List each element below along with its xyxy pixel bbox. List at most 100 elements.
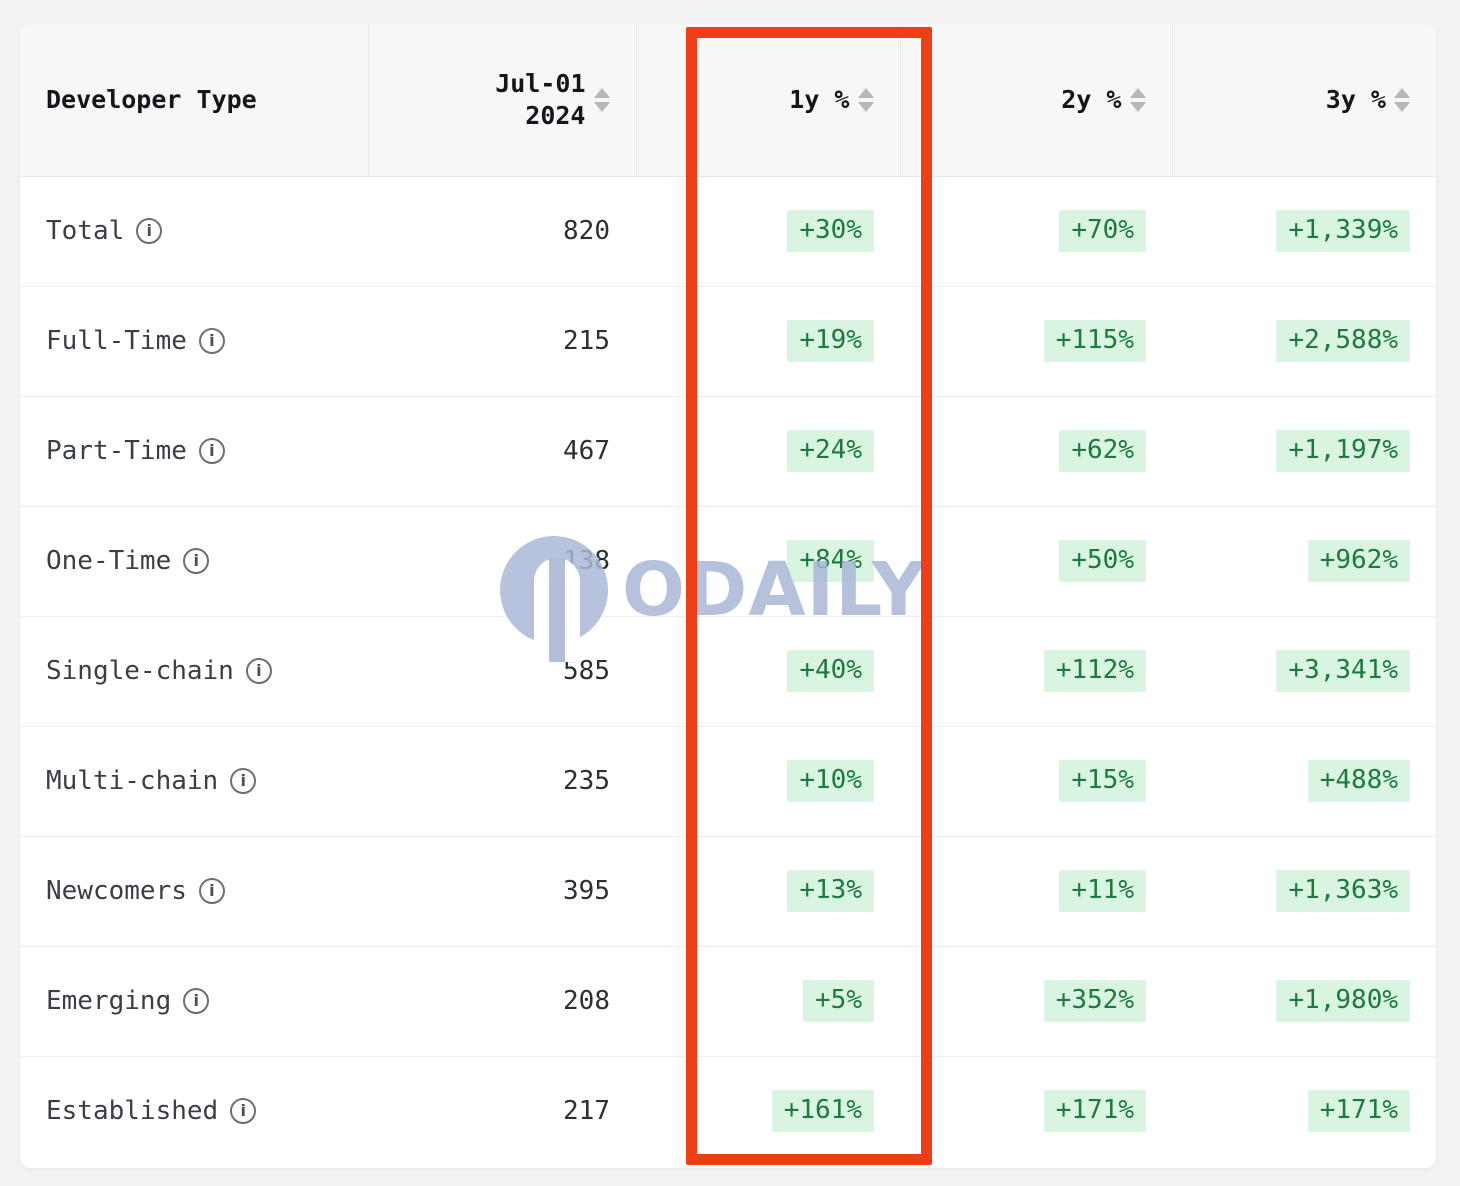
cell-y1-pct: +19% [636,286,900,396]
cell-developer-type: Established i [20,1056,368,1166]
info-icon[interactable]: i [183,988,210,1014]
cell-developer-type: Single-chain i [20,616,368,726]
developer-type-label: Single-chain [46,656,234,686]
cell-y2-pct: +70% [900,176,1172,286]
percent-change-badge: +84% [787,540,874,582]
column-header-jul-01-2024[interactable]: Jul-01 2024 [368,24,637,177]
cell-y1-pct: +30% [636,176,900,286]
cell-jul-01-2024-value: 820 [563,216,610,246]
info-icon[interactable]: i [230,768,257,794]
info-icon[interactable]: i [198,438,225,464]
table-header: Developer Type Jul-01 2024 1y % 2y % 3y … [20,24,1436,177]
cell-developer-type: Emerging i [20,946,368,1056]
cell-y3-pct: +962% [1172,506,1436,616]
percent-change-badge: +488% [1307,760,1410,802]
table-header-row: Developer Type Jul-01 2024 1y % 2y % 3y … [20,24,1436,177]
developer-type-table: Developer Type Jul-01 2024 1y % 2y % 3y … [20,24,1436,1166]
table-row[interactable]: Multi-chain i 235 +10% +15% +488% [20,726,1436,836]
cell-jul-01-2024-value: 395 [563,876,610,906]
percent-change-badge: +19% [787,320,874,362]
cell-jul-01-2024-value: 235 [563,766,610,796]
developer-type-table-card: Developer Type Jul-01 2024 1y % 2y % 3y … [20,24,1436,1168]
percent-change-badge: +3,341% [1276,650,1410,692]
table-body: Total i 820 +30% +70% +1,339% Full-Time i 215 +19… [20,176,1436,1166]
cell-jul-01-2024-value: 208 [563,986,610,1016]
info-icon[interactable]: i [183,548,210,574]
cell-developer-type: Newcomers i [20,836,368,946]
cell-developer-type: Full-Time i [20,286,368,396]
table-row[interactable]: One-Time i 138 +84% +50% +962% [20,506,1436,616]
cell-y2-pct: +112% [900,616,1172,726]
cell-developer-type: Multi-chain i [20,726,368,836]
cell-y1-pct: +13% [636,836,900,946]
info-icon[interactable]: i [245,658,272,684]
cell-y1-pct: +84% [636,506,900,616]
cell-jul-01-2024-value: 217 [563,1096,610,1127]
info-icon[interactable]: i [198,878,225,904]
table-row[interactable]: Full-Time i 215 +19% +115% +2,588% [20,286,1436,396]
table-row[interactable]: Newcomers i 395 +13% +11% +1,363% [20,836,1436,946]
developer-type-label: One-Time [46,546,172,576]
percent-change-badge: +24% [787,430,874,472]
info-icon[interactable]: i [198,328,225,354]
table-row[interactable]: Part-Time i 467 +24% +62% +1,197% [20,396,1436,506]
cell-y2-pct: +15% [900,726,1172,836]
percent-change-badge: +62% [1059,430,1146,472]
percent-change-badge: +115% [1043,320,1146,362]
column-header-2y-pct[interactable]: 2y % [900,24,1173,177]
developer-type-label: Full-Time [46,326,187,356]
cell-y3-pct: +2,588% [1172,286,1436,396]
cell-y2-pct: +50% [900,506,1172,616]
cell-y2-pct: +11% [900,836,1172,946]
table-row[interactable]: Total i 820 +30% +70% +1,339% [20,176,1436,286]
sort-arrows-icon[interactable] [857,87,874,112]
cell-y2-pct: +352% [900,946,1172,1056]
cell-y2-pct: +171% [900,1056,1172,1166]
percent-change-badge: +10% [787,760,874,802]
cell-y3-pct: +3,341% [1172,616,1436,726]
cell-developer-type: One-Time i [20,506,368,616]
percent-change-badge: +15% [1059,760,1146,802]
developer-type-label: Total [46,216,125,246]
percent-change-badge: +1,339% [1276,210,1410,252]
column-header-developer-type[interactable]: Developer Type [20,24,369,177]
developer-type-label: Emerging [46,986,172,1016]
column-header-3y-pct[interactable]: 3y % [1172,24,1436,177]
sort-arrows-icon[interactable] [593,87,610,112]
cell-y1-pct: +5% [636,946,900,1056]
cell-y2-pct: +62% [900,396,1172,506]
developer-type-label: Multi-chain [46,766,219,796]
column-header-1y-pct[interactable]: 1y % [636,24,901,177]
cell-jul-01-2024-value: 215 [563,326,610,356]
screenshot-root: ODAILY Developer Type Jul-01 2024 1y % 2… [0,0,1460,1186]
percent-change-badge: +1,980% [1276,980,1410,1022]
percent-change-badge: +50% [1059,540,1146,582]
info-icon[interactable]: i [230,1098,257,1125]
info-icon[interactable]: i [136,218,163,244]
percent-change-badge: +962% [1307,540,1410,582]
cell-y3-pct: +1,339% [1172,176,1436,286]
percent-change-badge: +161% [771,1090,874,1133]
cell-jul-01-2024-value: 585 [563,656,610,686]
cell-y1-pct: +40% [636,616,900,726]
cell-y2-pct: +115% [900,286,1172,396]
cell-jul-01-2024-value: 467 [563,436,610,466]
percent-change-badge: +352% [1043,980,1146,1022]
percent-change-badge: +70% [1059,210,1146,252]
developer-type-label: Newcomers [46,876,187,906]
percent-change-badge: +1,197% [1276,430,1410,472]
percent-change-badge: +13% [787,870,874,912]
percent-change-badge: +2,588% [1276,320,1410,362]
cell-y1-pct: +161% [636,1056,900,1166]
cell-y3-pct: +171% [1172,1056,1436,1166]
percent-change-badge: +11% [1059,870,1146,912]
sort-arrows-icon[interactable] [1129,87,1146,112]
percent-change-badge: +112% [1043,650,1146,692]
column-header-label: Developer Type [46,84,257,114]
sort-arrows-icon[interactable] [1394,87,1410,112]
table-row[interactable]: Established i 217 +161% +171% +171% [20,1056,1436,1166]
percent-change-badge: +171% [1307,1090,1410,1133]
table-row[interactable]: Emerging i 208 +5% +352% +1,980% [20,946,1436,1056]
column-header-label: Jul-01 2024 [495,68,586,130]
table-row[interactable]: Single-chain i 585 +40% +112% +3,341% [20,616,1436,726]
